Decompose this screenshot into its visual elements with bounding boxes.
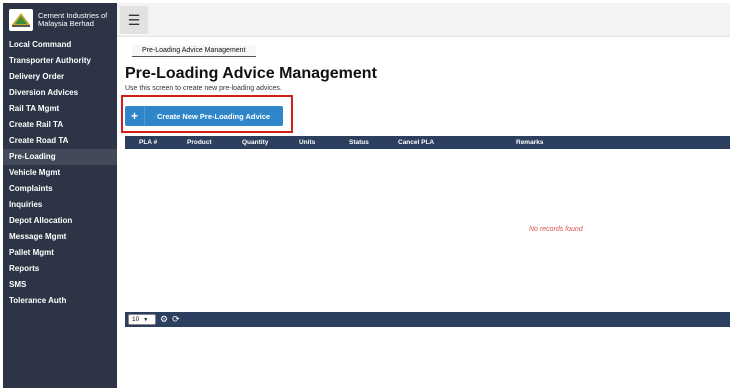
- breadcrumb[interactable]: Pre-Loading Advice Management: [132, 45, 256, 57]
- gear-icon[interactable]: ⚙: [160, 314, 168, 325]
- page-subtitle: Use this screen to create new pre-loadin…: [125, 85, 282, 92]
- sidebar-item-create-road-ta[interactable]: Create Road TA: [3, 133, 117, 149]
- create-pla-button-label: Create New Pre-Loading Advice: [157, 111, 271, 121]
- sidebar-item-sms[interactable]: SMS: [3, 277, 117, 293]
- sidebar-item-diversion-advices[interactable]: Diversion Advices: [3, 85, 117, 101]
- sidebar-nav: Local Command Transporter Authority Deli…: [3, 37, 117, 309]
- column-header-quantity[interactable]: Quantity: [242, 139, 268, 146]
- company-name: Cement Industries of Malaysia Berhad: [38, 11, 107, 29]
- main-content: Pre-Loading Advice Management Pre-Loadin…: [117, 37, 730, 388]
- company-logo: [9, 9, 33, 31]
- sidebar-item-inquiries[interactable]: Inquiries: [3, 197, 117, 213]
- app-window: Cement Industries of Malaysia Berhad Loc…: [0, 0, 730, 388]
- table-footer: 10 ▼ ⚙ ⟳: [125, 312, 730, 327]
- sidebar: Cement Industries of Malaysia Berhad Loc…: [3, 3, 117, 388]
- table-body: No records found: [125, 149, 730, 311]
- sidebar-item-rail-ta-mgmt[interactable]: Rail TA Mgmt: [3, 101, 117, 117]
- column-header-status[interactable]: Status: [349, 139, 369, 146]
- sidebar-item-delivery-order[interactable]: Delivery Order: [3, 69, 117, 85]
- sidebar-item-pre-loading[interactable]: Pre-Loading: [3, 149, 117, 165]
- empty-table-message: No records found: [529, 226, 583, 233]
- sidebar-item-tolerance-auth[interactable]: Tolerance Auth: [3, 293, 117, 309]
- sidebar-item-reports[interactable]: Reports: [3, 261, 117, 277]
- company-name-line2: Malaysia Berhad: [38, 19, 94, 28]
- column-header-pla[interactable]: PLA #: [139, 139, 157, 146]
- topbar: ☰: [117, 3, 730, 37]
- brand[interactable]: Cement Industries of Malaysia Berhad: [3, 3, 117, 37]
- sidebar-item-vehicle-mgmt[interactable]: Vehicle Mgmt: [3, 165, 117, 181]
- hamburger-icon[interactable]: ☰: [120, 6, 148, 34]
- sidebar-item-transporter-authority[interactable]: Transporter Authority: [3, 53, 117, 69]
- page-title: Pre-Loading Advice Management: [125, 65, 377, 82]
- sidebar-item-pallet-mgmt[interactable]: Pallet Mgmt: [3, 245, 117, 261]
- column-header-product[interactable]: Product: [187, 139, 212, 146]
- page-size-select[interactable]: 10 ▼: [128, 314, 156, 325]
- table-header: PLA # Product Quantity Units Status Canc…: [125, 136, 730, 149]
- sidebar-item-message-mgmt[interactable]: Message Mgmt: [3, 229, 117, 245]
- chevron-down-icon: ▼: [143, 316, 149, 323]
- sidebar-item-depot-allocation[interactable]: Depot Allocation: [3, 213, 117, 229]
- plus-icon: +: [125, 106, 145, 126]
- create-pla-button[interactable]: + Create New Pre-Loading Advice: [125, 106, 283, 126]
- page-size-value: 10: [132, 316, 140, 323]
- refresh-icon[interactable]: ⟳: [172, 314, 180, 325]
- column-header-cancel-pla[interactable]: Cancel PLA: [398, 139, 434, 146]
- sidebar-item-local-command[interactable]: Local Command: [3, 37, 117, 53]
- column-header-remarks[interactable]: Remarks: [516, 139, 543, 146]
- sidebar-item-create-rail-ta[interactable]: Create Rail TA: [3, 117, 117, 133]
- sidebar-item-complaints[interactable]: Complaints: [3, 181, 117, 197]
- column-header-units[interactable]: Units: [299, 139, 315, 146]
